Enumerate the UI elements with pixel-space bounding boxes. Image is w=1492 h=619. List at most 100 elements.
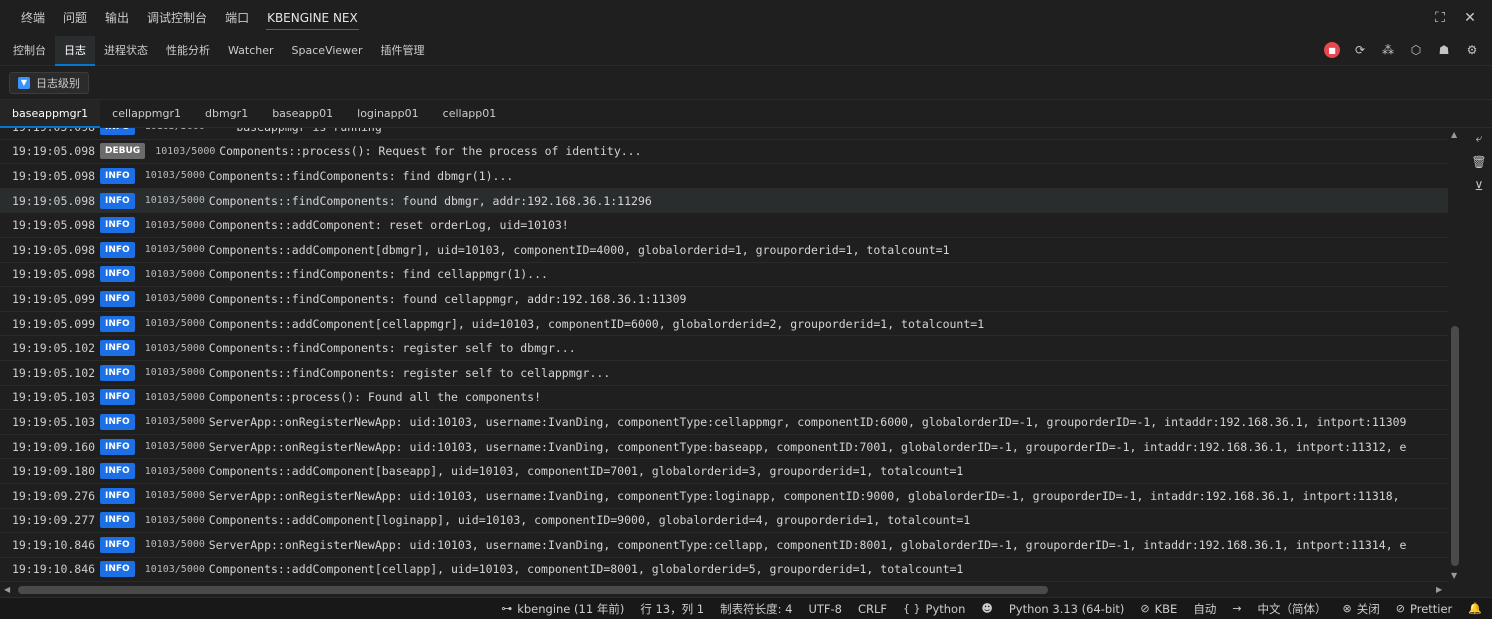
status-cursor[interactable]: 行 13，列 1: [640, 601, 704, 617]
app-tab-dbmgr1[interactable]: dbmgr1: [193, 100, 260, 128]
log-row[interactable]: 19:19:05.098 INFO 10103/5000 Components::ad…: [0, 238, 1448, 263]
scroll-left-icon[interactable]: ◀: [4, 585, 10, 594]
log-row[interactable]: 19:19:05.098 INFO 10103/5000 Components::ad…: [0, 213, 1448, 238]
tab-output[interactable]: 输出: [96, 0, 138, 36]
braces-icon: { }: [903, 602, 921, 615]
status-cursor-label: 行 13，列 1: [640, 601, 705, 616]
subtab-process-status[interactable]: 进程状态: [95, 36, 157, 66]
log-row[interactable]: 19:19:05.103 INFO 10103/5000 ServerApp::onR…: [0, 410, 1448, 435]
status-copilot[interactable]: ☻: [981, 602, 992, 615]
log-row[interactable]: 19:19:05.098 DEBUG 10103/5000 Components::p…: [0, 140, 1448, 165]
stop-icon[interactable]: ■: [1324, 42, 1340, 58]
log-row[interactable]: 19:19:09.276 INFO 10103/5000 ServerApp::onR…: [0, 484, 1448, 509]
horizontal-scroll-thumb[interactable]: [18, 586, 1048, 594]
log-message: Components::addComponent: reset orderLog…: [208, 218, 569, 233]
log-timestamp: 19:19:05.098: [12, 168, 96, 183]
log-pid: 10103/5000: [144, 367, 205, 379]
status-bar: ⊶ kbengine (11 年前) 行 13，列 1 制表符长度: 4 UTF-…: [0, 597, 1492, 619]
tab-problems[interactable]: 问题: [54, 0, 96, 36]
status-prettier[interactable]: ⊘ Prettier: [1396, 602, 1453, 616]
tab-kbengine[interactable]: KBENGINE NEX: [258, 0, 367, 36]
cluster-icon[interactable]: ⁂: [1380, 42, 1396, 58]
log-row[interactable]: 19:19:05.098 INFO 10103/5000 Components::fi…: [0, 164, 1448, 189]
log-list[interactable]: 19:19:05.098INFO10103/5000 baseappmgr is…: [0, 128, 1448, 583]
subtab-plugins[interactable]: 插件管理: [371, 36, 433, 66]
log-pid: 10103/5000: [144, 465, 205, 477]
log-row[interactable]: 19:19:10.846 INFO 10103/5000 ServerApp::onR…: [0, 533, 1448, 558]
log-row[interactable]: 19:19:05.098INFO10103/5000 baseappmgr is…: [0, 128, 1448, 140]
horizontal-scrollbar[interactable]: ◀ ▶: [0, 583, 1448, 597]
app-tab-loginapp01[interactable]: loginapp01: [345, 100, 431, 128]
log-row[interactable]: 19:19:05.102 INFO 10103/5000 Components::fi…: [0, 361, 1448, 386]
package-icon[interactable]: ⬡: [1408, 42, 1424, 58]
status-eol-label: CRLF: [857, 601, 888, 616]
trash-icon[interactable]: 🗑: [1471, 154, 1487, 170]
log-level-badge: INFO: [100, 389, 135, 406]
log-row[interactable]: 19:19:09.160 INFO 10103/5000 ServerApp::onR…: [0, 435, 1448, 460]
log-row[interactable]: 19:19:09.180 INFO 10103/5000 Components::ad…: [0, 459, 1448, 484]
log-row[interactable]: 19:19:05.098 INFO 10103/5000 Components::fi…: [0, 263, 1448, 288]
scroll-right-icon[interactable]: ▶: [1436, 585, 1442, 594]
vertical-scroll-thumb[interactable]: [1451, 326, 1459, 566]
vertical-scrollbar[interactable]: ▲ ▼: [1448, 128, 1462, 583]
log-pid: 10103/5000: [144, 293, 205, 305]
subtab-watcher[interactable]: Watcher: [219, 36, 283, 66]
subtab-log[interactable]: 日志: [55, 35, 95, 66]
word-wrap-icon[interactable]: ⤶: [1471, 130, 1487, 146]
status-branch[interactable]: ⊶ kbengine (11 年前): [501, 601, 624, 617]
log-timestamp: 19:19:05.098: [12, 193, 96, 208]
subtab-console[interactable]: 控制台: [4, 36, 55, 66]
close-icon[interactable]: ✕: [1462, 8, 1478, 28]
app-tab-cellapp01[interactable]: cellapp01: [431, 100, 509, 128]
maximize-icon[interactable]: ⛶: [1432, 8, 1448, 28]
log-pid: 10103/5000: [144, 268, 205, 280]
gear-icon[interactable]: ⚙: [1464, 42, 1480, 58]
log-pid: 10103/5000: [144, 342, 205, 354]
app-tab-baseapp01[interactable]: baseapp01: [260, 100, 345, 128]
log-timestamp: 19:19:05.098: [12, 218, 96, 233]
log-row[interactable]: 19:19:05.102 INFO 10103/5000 Components::fi…: [0, 336, 1448, 361]
status-kbe-label: KBE: [1154, 601, 1178, 616]
status-arrow[interactable]: →: [1232, 602, 1241, 615]
tab-debug-console[interactable]: 调试控制台: [138, 0, 216, 36]
log-message: Components::findComponents: register sel…: [208, 341, 576, 356]
log-message: Components::process(): Found all the com…: [208, 390, 542, 405]
log-row[interactable]: 19:19:05.103 INFO 10103/5000 Components::pr…: [0, 386, 1448, 411]
status-kbe[interactable]: ⊘ KBE: [1140, 602, 1177, 616]
log-message: Components::findComponents: find dbmgr(1…: [208, 168, 514, 183]
status-auto[interactable]: 自动: [1193, 601, 1216, 617]
log-row[interactable]: 19:19:05.099 INFO 10103/5000 Components::ad…: [0, 312, 1448, 337]
log-row[interactable]: 19:19:05.099 INFO 10103/5000 Components::fi…: [0, 287, 1448, 312]
log-level-badge: INFO: [100, 340, 135, 357]
robot-icon[interactable]: ☗: [1436, 42, 1452, 58]
status-locale[interactable]: 中文（简体）: [1258, 601, 1327, 617]
log-row[interactable]: 19:19:05.098 INFO 10103/5000 Components::fi…: [0, 188, 1448, 214]
status-language-label: Python: [925, 601, 966, 616]
no-entry-icon: ⊘: [1395, 602, 1405, 615]
scroll-up-icon[interactable]: ▲: [1451, 130, 1457, 139]
log-level-badge: INFO: [100, 192, 135, 209]
log-timestamp: 19:19:05.099: [12, 316, 96, 331]
status-encoding[interactable]: UTF-8: [808, 602, 842, 616]
log-row[interactable]: 19:19:10.846 INFO 10103/5000 Components::ad…: [0, 558, 1448, 583]
log-message: Components::addComponent[cellapp], uid=1…: [208, 562, 964, 577]
tab-terminal[interactable]: 终端: [12, 0, 54, 36]
subtab-spaceviewer[interactable]: SpaceViewer: [283, 36, 372, 66]
notifications-bell[interactable]: 🔔: [1468, 602, 1482, 615]
status-language[interactable]: { } Python: [903, 602, 965, 616]
scroll-down-icon[interactable]: ▼: [1451, 571, 1457, 580]
status-close[interactable]: ⊗ 关闭: [1343, 601, 1380, 617]
scroll-bottom-icon[interactable]: ⊻: [1471, 178, 1487, 194]
status-tab-size[interactable]: 制表符长度: 4: [720, 601, 792, 617]
log-row[interactable]: 19:19:09.277 INFO 10103/5000 Components::ad…: [0, 509, 1448, 534]
log-level-badge: INFO: [100, 536, 135, 553]
restart-icon[interactable]: ⟳: [1352, 42, 1368, 58]
tab-ports[interactable]: 端口: [216, 0, 258, 36]
app-tab-baseappmgr1[interactable]: baseappmgr1: [0, 99, 101, 128]
status-interpreter[interactable]: Python 3.13 (64-bit): [1009, 602, 1125, 616]
subtab-profiling[interactable]: 性能分析: [157, 36, 219, 66]
log-message: Components::addComponent[dbmgr], uid=101…: [208, 242, 950, 257]
status-eol[interactable]: CRLF: [858, 602, 887, 616]
app-tab-cellappmgr1[interactable]: cellappmgr1: [100, 100, 193, 128]
log-level-button[interactable]: ▼ 日志级别: [9, 71, 89, 94]
